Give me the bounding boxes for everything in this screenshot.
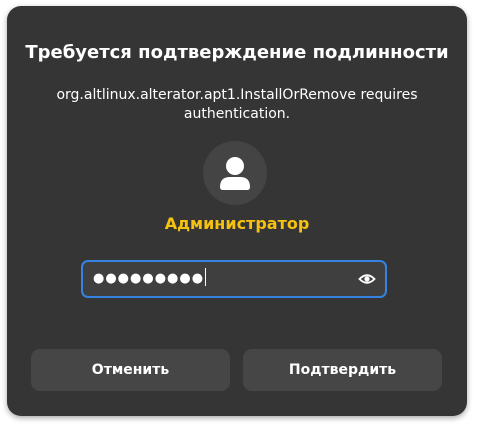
- dialog-message: org.altlinux.alterator.apt1.InstallOrRem…: [56, 87, 418, 122]
- confirm-button[interactable]: Подтвердить: [243, 349, 442, 391]
- username-label: Администратор: [164, 214, 310, 233]
- password-field[interactable]: ●●●●●●●●●: [81, 260, 387, 298]
- auth-dialog: Требуется подтверждение подлинности org.…: [7, 6, 467, 416]
- password-value[interactable]: ●●●●●●●●●: [93, 262, 207, 296]
- password-mask: ●●●●●●●●●: [93, 271, 205, 286]
- text-caret: [205, 268, 207, 286]
- eye-icon[interactable]: [358, 270, 376, 288]
- cancel-button[interactable]: Отменить: [31, 349, 230, 391]
- user-avatar-icon: [203, 141, 267, 205]
- dialog-title: Требуется подтверждение подлинности: [25, 42, 449, 63]
